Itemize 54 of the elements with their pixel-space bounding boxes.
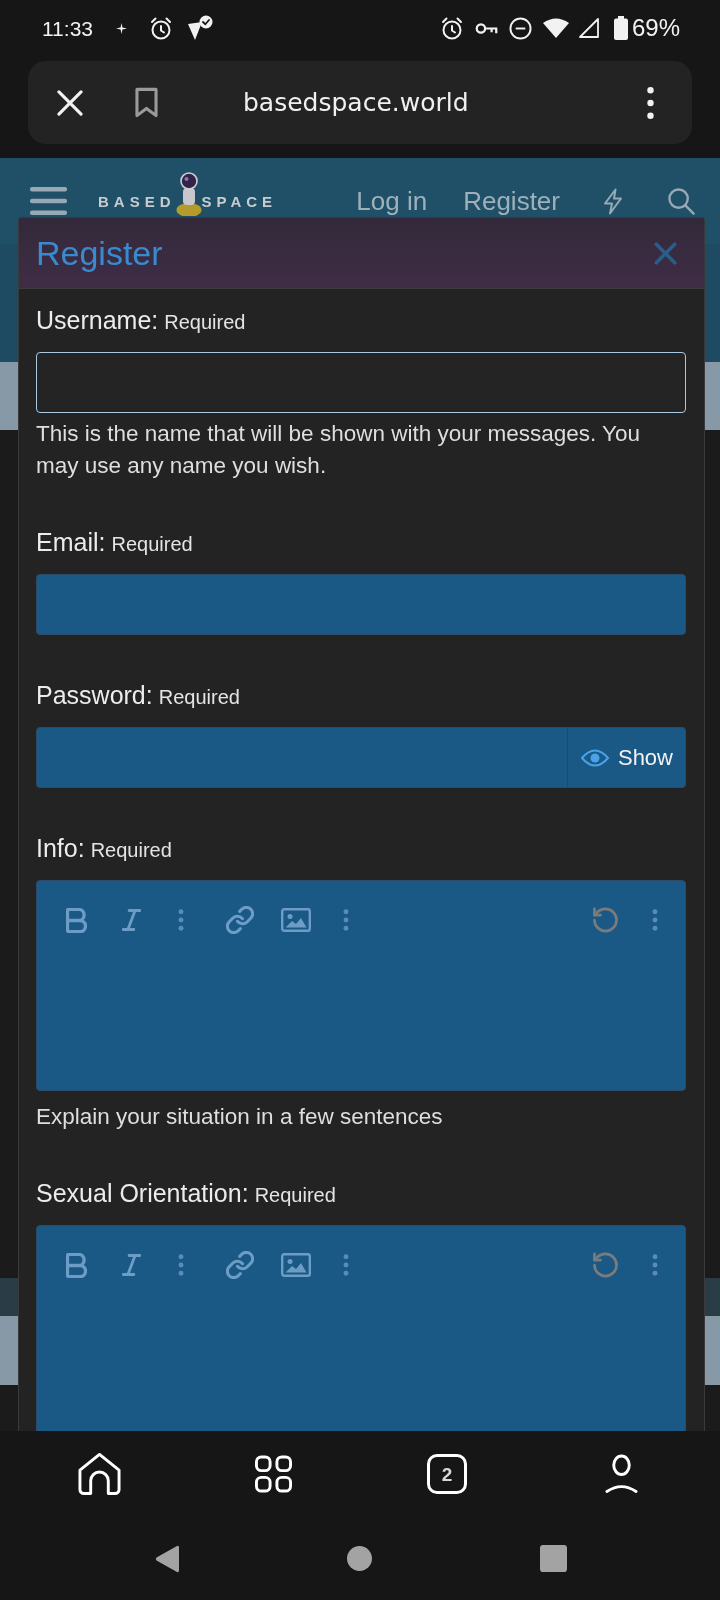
eye-icon [580, 748, 609, 767]
more-options-icon[interactable] [647, 86, 654, 119]
apps-grid-icon[interactable] [254, 1455, 292, 1493]
battery-icon [613, 16, 628, 40]
minus-circle-icon [508, 16, 532, 40]
nav-link[interactable]: Log in [356, 188, 428, 214]
bookmark-icon[interactable] [134, 87, 159, 118]
alarm-clock-icon [440, 16, 463, 40]
bold-icon[interactable] [66, 1252, 87, 1278]
tab-count-button[interactable]: 2 [427, 1454, 467, 1494]
pin-check-icon [187, 15, 213, 41]
logo-text[interactable]: BASED [98, 193, 176, 209]
back-icon[interactable] [154, 1544, 179, 1573]
password-field[interactable]: Show [36, 727, 686, 788]
key-icon [474, 21, 498, 35]
link-icon[interactable] [226, 906, 254, 934]
field-label: Username: [36, 305, 159, 336]
url-text[interactable]: basedspace.world [243, 90, 469, 115]
required-hint: Required [158, 685, 240, 710]
field-label: Email: [36, 527, 106, 558]
link-icon[interactable] [226, 1251, 254, 1279]
show-password-button[interactable]: Show [566, 728, 685, 787]
required-hint: Required [164, 310, 246, 335]
help-text: This is the name that will be shown with your messages. You may use any name you wish. [36, 420, 642, 480]
italic-icon[interactable] [122, 1253, 141, 1277]
profile-icon[interactable] [604, 1454, 638, 1494]
logo-text[interactable]: SPACE [201, 193, 278, 209]
home-icon[interactable] [77, 1452, 121, 1496]
astronaut-logo-icon [175, 172, 202, 216]
required-hint: Required [254, 1183, 336, 1208]
alarm-clock-icon [150, 16, 172, 40]
menu-icon[interactable] [30, 187, 67, 215]
help-text: Explain your situation in a few sentences [36, 1103, 444, 1131]
dialog-title: Register [36, 236, 163, 270]
battery-percentage: 69% [631, 16, 680, 40]
bold-icon[interactable] [66, 907, 87, 933]
nav-link[interactable]: Register [463, 188, 560, 214]
sparkle-icon [116, 22, 127, 34]
field-label: Info: [36, 833, 85, 864]
recent-apps-icon[interactable] [539, 1545, 567, 1572]
wifi-icon [542, 18, 569, 38]
search-icon[interactable] [668, 187, 695, 215]
field-label: Sexual Orientation: [36, 1178, 249, 1209]
input-field[interactable] [36, 574, 686, 635]
field-label: Password: [36, 680, 153, 711]
image-icon[interactable] [281, 1253, 311, 1277]
signal-icon [578, 18, 599, 38]
required-hint: Required [111, 532, 193, 557]
clock-time: 11:33 [42, 17, 93, 39]
lightning-icon[interactable] [603, 187, 623, 215]
italic-icon[interactable] [122, 908, 141, 932]
required-hint: Required [90, 838, 172, 863]
home-button-icon[interactable] [347, 1546, 373, 1571]
image-icon[interactable] [281, 908, 311, 932]
